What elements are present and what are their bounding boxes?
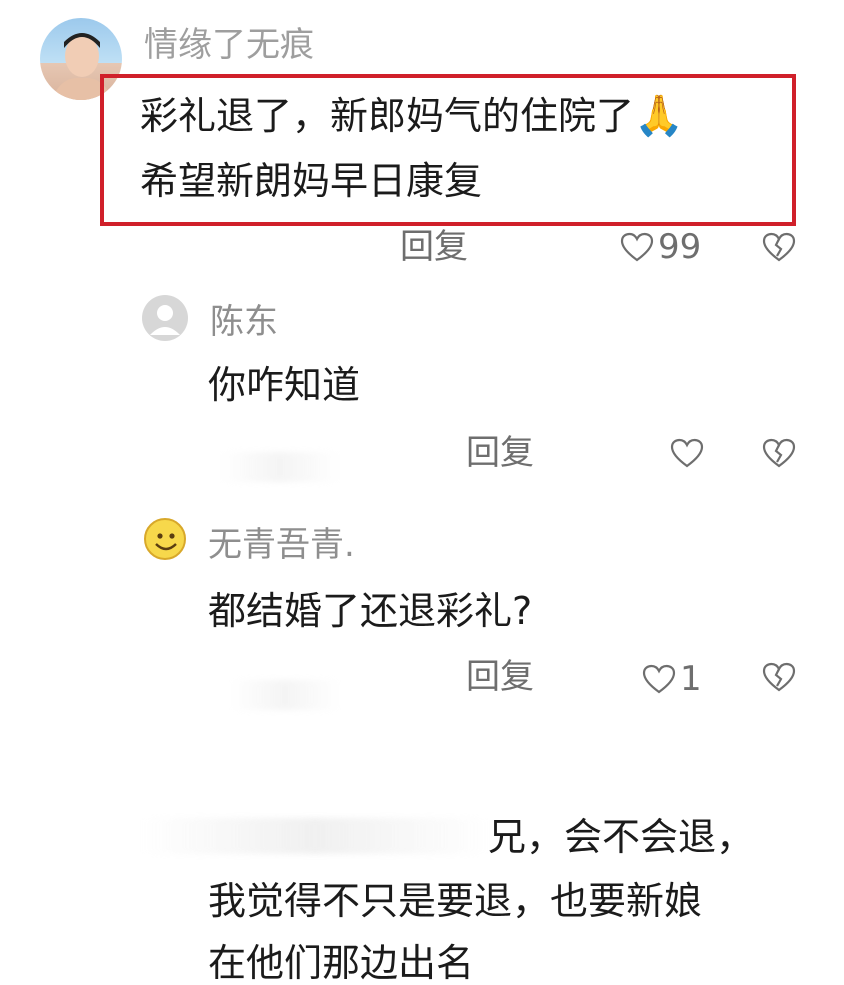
comment-username[interactable]: 陈东 (210, 305, 278, 339)
broken-heart-icon (762, 662, 796, 692)
reply-button[interactable]: 回复 (466, 436, 534, 470)
avatar[interactable] (142, 295, 188, 341)
reply-button[interactable]: 回复 (466, 660, 534, 694)
blurred-text (220, 452, 340, 482)
like-button[interactable]: 99 (620, 230, 701, 264)
default-avatar-icon (150, 305, 180, 335)
comment-username[interactable]: 无青吾青. (208, 528, 355, 562)
dislike-button[interactable] (762, 232, 796, 266)
comment-text-line3: 在他们那边出名 (208, 941, 475, 985)
blurred-username (140, 818, 490, 854)
dislike-button[interactable] (762, 438, 796, 472)
smiley-icon (155, 533, 177, 551)
heart-icon (620, 232, 654, 262)
comment-text-line2: 希望新朗妈早日康复 (140, 159, 483, 203)
comment-text: 都结婚了还退彩礼? (208, 589, 533, 633)
like-count: 1 (680, 659, 702, 699)
heart-icon (642, 664, 676, 694)
reply-button[interactable]: 回复 (400, 230, 468, 264)
comment-text: 你咋知道 (208, 363, 361, 407)
comment-text-line2: 我觉得不只是要退，也要新娘 (208, 879, 703, 923)
like-count: 99 (658, 227, 702, 267)
comment-text: 兄，会不会退， (488, 815, 755, 859)
dislike-button[interactable] (762, 662, 796, 696)
broken-heart-icon (762, 438, 796, 468)
like-button[interactable] (670, 438, 708, 468)
like-button[interactable]: 1 (642, 662, 702, 696)
avatar[interactable] (144, 518, 186, 560)
praying-hands-icon: 🙏 (634, 93, 684, 139)
comment-username[interactable]: 情缘了无痕 (144, 28, 314, 62)
comment-text: 彩礼退了，新郎妈气的住院了🙏 (140, 93, 684, 139)
heart-icon (670, 438, 704, 468)
blurred-text (230, 680, 340, 710)
broken-heart-icon (762, 232, 796, 262)
